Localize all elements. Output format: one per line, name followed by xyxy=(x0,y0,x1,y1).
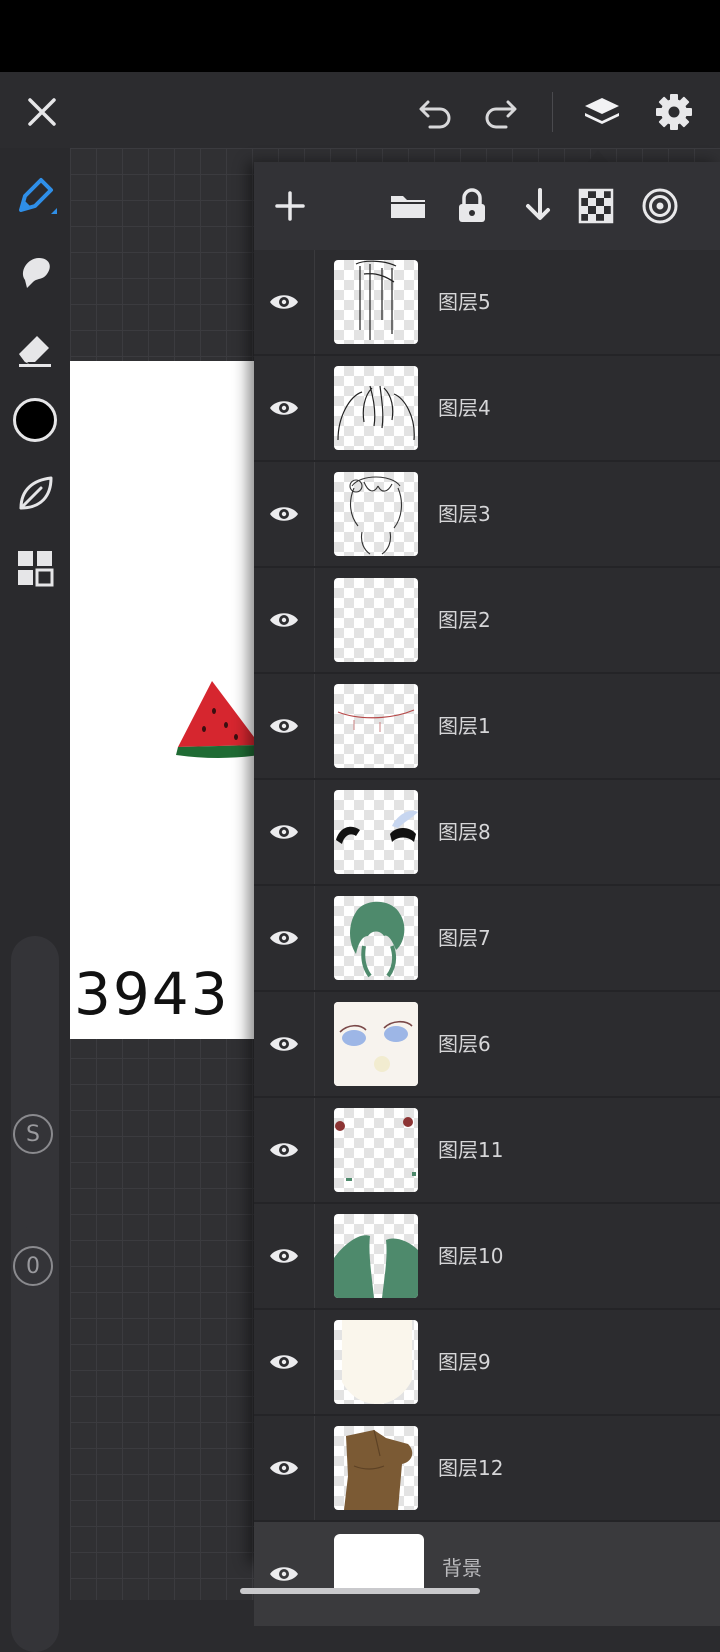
eye-icon[interactable] xyxy=(268,291,300,313)
layer-thumbnail xyxy=(334,260,418,344)
layer-row[interactable]: 图层12 xyxy=(254,1416,720,1522)
layer-thumbnail xyxy=(334,366,418,450)
layers-icon[interactable] xyxy=(580,90,624,134)
layer-thumbnail xyxy=(334,896,418,980)
visibility-toggle[interactable] xyxy=(254,1098,315,1202)
layer-row[interactable]: 图层3 xyxy=(254,462,720,568)
canvas-numbers-text: 3943 xyxy=(74,960,230,1028)
visibility-toggle[interactable] xyxy=(254,1416,315,1520)
background-layer-name: 背景 xyxy=(442,1556,482,1580)
layer-thumbnail xyxy=(334,1108,418,1192)
add-icon[interactable] xyxy=(268,184,312,228)
canvas-paper[interactable]: 3943 xyxy=(70,361,254,1039)
visibility-toggle[interactable] xyxy=(254,1522,314,1626)
visibility-toggle[interactable] xyxy=(254,1204,315,1308)
current-color-swatch[interactable] xyxy=(13,398,57,442)
eye-icon[interactable] xyxy=(268,1351,300,1373)
size-slider-label: S xyxy=(13,1114,53,1154)
layer-name: 图层5 xyxy=(438,290,491,314)
panel-pointer xyxy=(588,150,608,162)
eye-icon[interactable] xyxy=(268,715,300,737)
merge-down-icon[interactable] xyxy=(512,184,556,228)
watermelon-drawing xyxy=(176,681,254,758)
folder-icon[interactable] xyxy=(386,184,430,228)
eye-icon[interactable] xyxy=(268,609,300,631)
layers-toolbar xyxy=(254,162,720,250)
eraser-icon[interactable] xyxy=(13,326,57,370)
gear-icon[interactable] xyxy=(652,90,696,134)
layer-row[interactable]: 图层4 xyxy=(254,356,720,462)
layer-thumbnail xyxy=(334,1320,418,1404)
undo-icon[interactable] xyxy=(414,90,458,134)
eye-icon[interactable] xyxy=(268,1457,300,1479)
layer-row[interactable]: 图层1 xyxy=(254,674,720,780)
visibility-toggle[interactable] xyxy=(254,250,315,354)
layer-name: 图层11 xyxy=(438,1138,504,1162)
eye-icon[interactable] xyxy=(268,927,300,949)
redo-icon[interactable] xyxy=(478,90,522,134)
eye-icon[interactable] xyxy=(268,1563,300,1585)
layer-row[interactable]: 图层11 xyxy=(254,1098,720,1204)
visibility-toggle[interactable] xyxy=(254,886,315,990)
layer-thumbnail xyxy=(334,790,418,874)
blend-mode-icon[interactable] xyxy=(638,184,682,228)
lock-icon[interactable] xyxy=(450,184,494,228)
eye-icon[interactable] xyxy=(268,821,300,843)
layer-name: 图层2 xyxy=(438,608,491,632)
layer-row[interactable]: 图层8 xyxy=(254,780,720,886)
alpha-lock-icon[interactable] xyxy=(574,184,618,228)
layer-thumbnail xyxy=(334,684,418,768)
layer-row[interactable]: 图层7 xyxy=(254,886,720,992)
layer-row[interactable]: 图层9 xyxy=(254,1310,720,1416)
layer-thumbnail xyxy=(334,1002,418,1086)
layer-row[interactable]: 图层2 xyxy=(254,568,720,674)
layers-list[interactable]: 图层5 图层4 图层3 图层2 图层1 图层8 图层7 图层6 图层11 图层1… xyxy=(254,250,720,1626)
layer-thumbnail xyxy=(334,578,418,662)
top-toolbar xyxy=(0,72,720,148)
leaf-icon[interactable] xyxy=(13,472,57,516)
color-swatch[interactable] xyxy=(13,398,57,442)
layer-thumbnail xyxy=(334,1214,418,1298)
layer-row[interactable]: 图层10 xyxy=(254,1204,720,1310)
pen-icon[interactable] xyxy=(13,174,57,218)
layer-name: 图层10 xyxy=(438,1244,504,1268)
eye-icon[interactable] xyxy=(268,397,300,419)
layer-name: 图层1 xyxy=(438,714,491,738)
visibility-toggle[interactable] xyxy=(254,356,315,460)
layer-thumbnail xyxy=(334,1426,418,1510)
layer-row[interactable]: 图层6 xyxy=(254,992,720,1098)
visibility-toggle[interactable] xyxy=(254,568,315,672)
visibility-toggle[interactable] xyxy=(254,992,315,1096)
brush-opacity-slider[interactable] xyxy=(11,1226,59,1652)
layer-thumbnail xyxy=(334,472,418,556)
background-layer-row[interactable]: 背景 xyxy=(254,1522,720,1626)
eye-icon[interactable] xyxy=(268,1033,300,1055)
home-indicator[interactable] xyxy=(240,1588,480,1594)
visibility-toggle[interactable] xyxy=(254,1310,315,1414)
visibility-toggle[interactable] xyxy=(254,780,315,884)
eye-icon[interactable] xyxy=(268,503,300,525)
background-color-thumbnail[interactable] xyxy=(334,1534,424,1594)
opacity-slider-label: 0 xyxy=(13,1246,53,1286)
layer-name: 图层9 xyxy=(438,1350,491,1374)
layer-name: 图层8 xyxy=(438,820,491,844)
layer-name: 图层3 xyxy=(438,502,491,526)
close-icon[interactable] xyxy=(20,90,64,134)
layer-row[interactable]: 图层5 xyxy=(254,250,720,356)
visibility-toggle[interactable] xyxy=(254,462,315,566)
smudge-icon[interactable] xyxy=(13,250,57,294)
toolbar-divider xyxy=(552,92,553,132)
layer-name: 图层7 xyxy=(438,926,491,950)
eye-icon[interactable] xyxy=(268,1245,300,1267)
layers-panel: 图层5 图层4 图层3 图层2 图层1 图层8 图层7 图层6 图层11 图层1… xyxy=(254,162,720,1626)
eye-icon[interactable] xyxy=(268,1139,300,1161)
layer-name: 图层12 xyxy=(438,1456,504,1480)
layer-name: 图层4 xyxy=(438,396,491,420)
left-toolbar: S 0 xyxy=(0,148,70,1652)
grid-icon[interactable] xyxy=(13,546,57,590)
status-bar xyxy=(0,0,720,72)
visibility-toggle[interactable] xyxy=(254,674,315,778)
layer-name: 图层6 xyxy=(438,1032,491,1056)
